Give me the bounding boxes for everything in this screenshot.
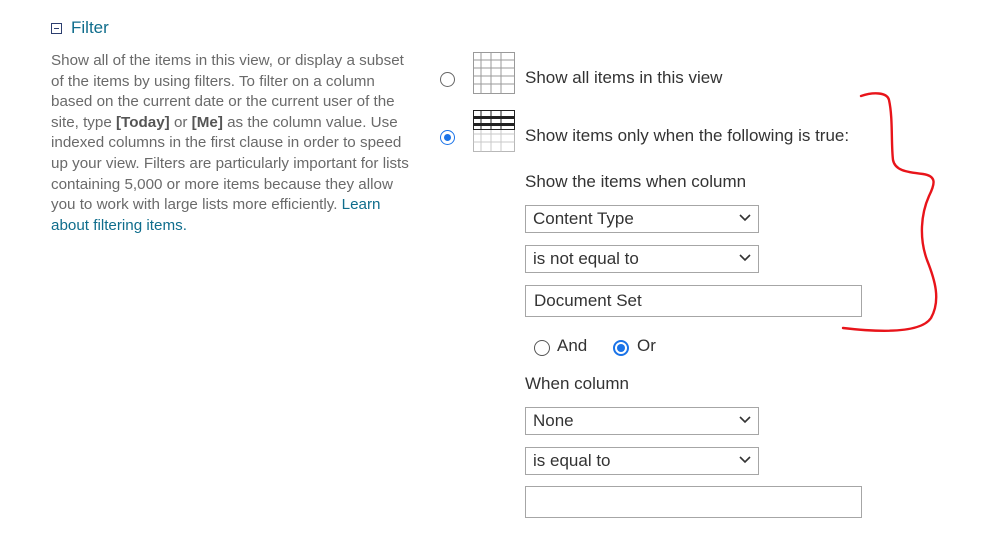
section-title: Filter bbox=[71, 18, 109, 37]
chevron-down-icon bbox=[739, 456, 751, 464]
clause1-label: Show the items when column bbox=[525, 172, 747, 191]
description-or: or bbox=[169, 113, 192, 131]
show-filtered-label[interactable]: Show items only when the following is tr… bbox=[525, 125, 849, 147]
red-brace-annotation bbox=[841, 92, 938, 332]
clause2-operator-value: is equal to bbox=[533, 451, 611, 470]
clause2-column-select[interactable]: None bbox=[525, 407, 759, 435]
chevron-down-icon bbox=[739, 214, 751, 222]
table-grid-icon bbox=[473, 52, 515, 94]
chevron-down-icon bbox=[739, 416, 751, 424]
clause1-value-input[interactable]: Document Set bbox=[525, 285, 862, 317]
clause1-column-value: Content Type bbox=[533, 209, 634, 228]
or-radio[interactable] bbox=[613, 340, 629, 356]
and-label[interactable]: And bbox=[557, 335, 587, 357]
chevron-down-icon bbox=[739, 254, 751, 262]
me-token: [Me] bbox=[191, 113, 223, 131]
clause1-column-select[interactable]: Content Type bbox=[525, 205, 759, 233]
clause2-column-value: None bbox=[533, 411, 574, 430]
show-all-label[interactable]: Show all items in this view bbox=[525, 67, 722, 89]
show-filtered-radio[interactable] bbox=[440, 130, 455, 145]
today-token: [Today] bbox=[116, 113, 170, 131]
collapse-icon[interactable] bbox=[51, 23, 62, 34]
clause2-value-input[interactable] bbox=[525, 486, 862, 518]
clause2-operator-select[interactable]: is equal to bbox=[525, 447, 759, 475]
clause1-operator-value: is not equal to bbox=[533, 249, 639, 268]
filtered-table-icon bbox=[473, 110, 515, 152]
and-radio[interactable] bbox=[534, 340, 550, 356]
or-label[interactable]: Or bbox=[637, 335, 656, 357]
filter-description: Show all of the items in this view, or d… bbox=[51, 51, 411, 236]
clause1-operator-select[interactable]: is not equal to bbox=[525, 245, 759, 273]
show-all-radio[interactable] bbox=[440, 72, 455, 87]
clause2-label: When column bbox=[525, 374, 629, 393]
